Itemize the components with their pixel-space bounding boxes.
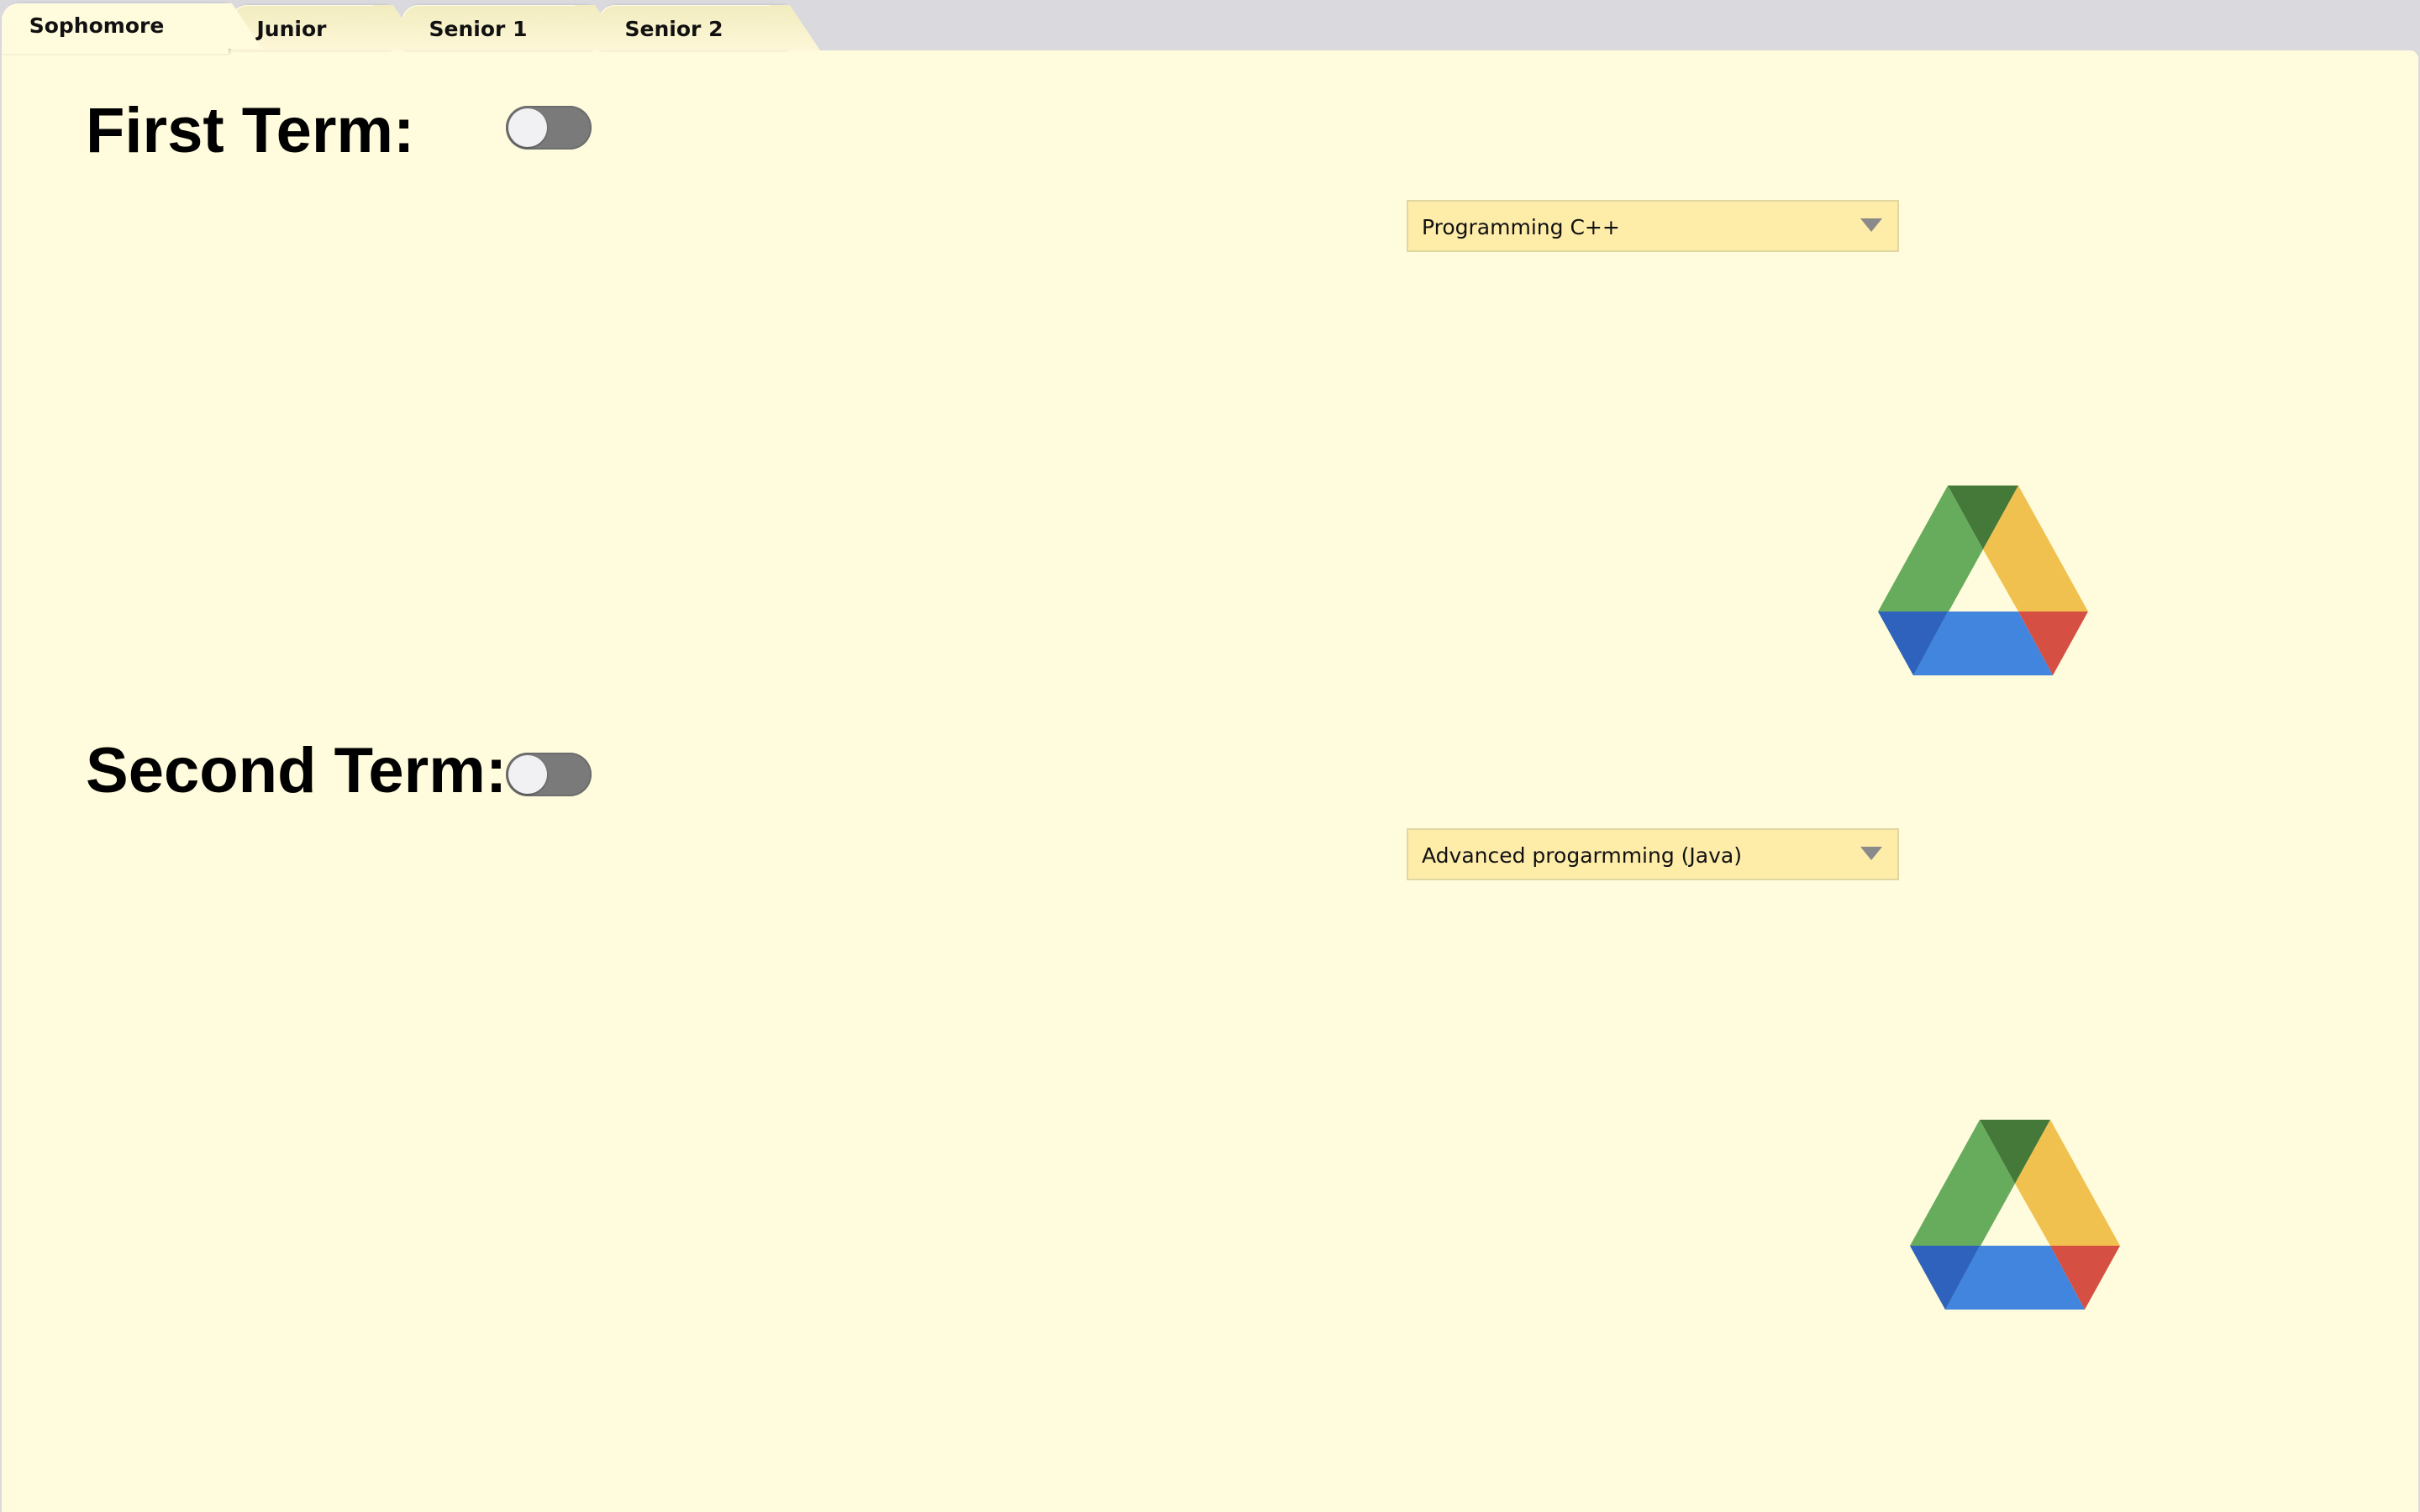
first-term-title: First Term: [86, 95, 415, 166]
google-drive-icon[interactable] [1878, 486, 2088, 675]
second-term-title: Second Term: [86, 735, 508, 806]
second-term-course-select[interactable]: Advanced progarmming (Java) [1407, 828, 1899, 880]
toggle-knob [508, 108, 547, 147]
toggle-knob [508, 755, 547, 794]
dropdown-value: Advanced progarmming (Java) [1422, 843, 1742, 868]
tab-label: Senior 1 [429, 17, 528, 41]
second-term-toggle[interactable] [506, 753, 592, 796]
tab-sophomore[interactable]: Sophomore [2, 3, 229, 54]
google-drive-icon[interactable] [1910, 1120, 2120, 1310]
tab-label: Senior 2 [624, 17, 723, 41]
chevron-down-icon [1860, 218, 1882, 232]
first-term-course-select[interactable]: Programming C++ [1407, 200, 1899, 252]
tab-content-panel: First Term: Programming C++ Second Term:… [2, 50, 2418, 1512]
tab-label: Sophomore [29, 13, 165, 38]
first-term-toggle[interactable] [506, 106, 592, 150]
tab-senior-2[interactable]: Senior 2 [598, 5, 786, 50]
tab-strip: Junior Senior 1 Senior 2 Sophomore [0, 0, 2420, 54]
dropdown-value: Programming C++ [1422, 215, 1620, 239]
chevron-down-icon [1860, 847, 1882, 860]
tab-senior-1[interactable]: Senior 1 [402, 5, 592, 50]
